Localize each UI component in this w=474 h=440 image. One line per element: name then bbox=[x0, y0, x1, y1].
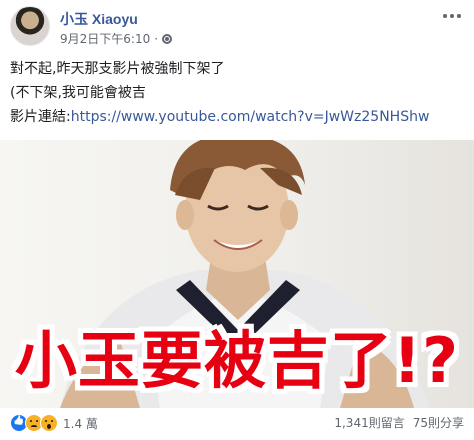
facebook-post: 小玉 Xiaoyu 9月2日下午6:10 · 對不起,昨天那支影片被強制下架了 … bbox=[0, 0, 474, 440]
video-thumbnail[interactable]: 小玉要被吉了!? bbox=[0, 140, 474, 408]
post-meta: 9月2日下午6:10 · bbox=[60, 30, 173, 47]
reaction-count: 1.4 萬 bbox=[63, 416, 98, 431]
thumbnail-caption: 小玉要被吉了!? bbox=[14, 324, 460, 397]
post-header: 小玉 Xiaoyu 9月2日下午6:10 · bbox=[10, 6, 464, 50]
shares-count[interactable]: 75則分享 bbox=[413, 414, 464, 431]
author-avatar[interactable] bbox=[10, 6, 50, 46]
post-line-1: 對不起,昨天那支影片被強制下架了 bbox=[10, 61, 225, 77]
meta-separator: · bbox=[154, 31, 159, 46]
youtube-link[interactable]: https://www.youtube.com/watch?v=JwWz25NH… bbox=[71, 109, 430, 125]
globe-icon[interactable] bbox=[162, 33, 173, 44]
wow-icon bbox=[40, 414, 58, 432]
post-footer: 1.4 萬 1,341則留言 75則分享 bbox=[10, 414, 464, 436]
reactions-summary[interactable]: 1.4 萬 bbox=[10, 414, 98, 432]
post-link-line: 影片連結:https://www.youtube.com/watch?v=JwW… bbox=[10, 105, 464, 129]
post-timestamp[interactable]: 9月2日下午6:10 bbox=[60, 30, 150, 47]
comments-count[interactable]: 1,341則留言 bbox=[334, 414, 404, 431]
more-options-icon[interactable] bbox=[440, 8, 464, 24]
author-name[interactable]: 小玉 Xiaoyu bbox=[60, 9, 138, 29]
link-prefix: 影片連結: bbox=[10, 109, 71, 125]
post-text: 對不起,昨天那支影片被強制下架了 (不下架,我可能會被吉 影片連結:https:… bbox=[10, 57, 464, 129]
post-line-2: (不下架,我可能會被吉 bbox=[10, 85, 146, 101]
post-stats: 1,341則留言 75則分享 bbox=[334, 414, 464, 431]
